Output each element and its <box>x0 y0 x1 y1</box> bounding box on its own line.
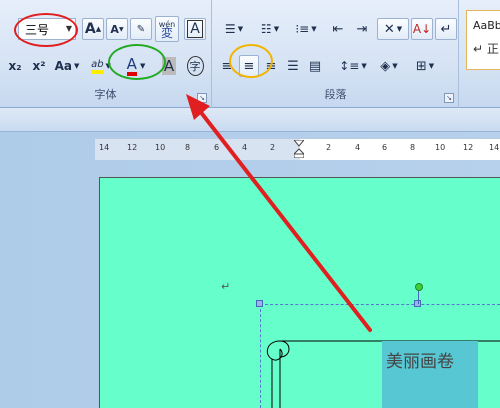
grow-font-button[interactable]: A ▲ <box>82 18 104 40</box>
line-spacing-button[interactable]: ↕≡ ▼ <box>337 55 369 77</box>
font-group-label: 字体 <box>94 88 117 101</box>
justify-button[interactable]: ☰ <box>283 55 303 77</box>
subscript-button[interactable]: x₂ <box>4 55 26 77</box>
text-box-text: 美丽画卷 <box>386 352 454 372</box>
font-dialog-launcher[interactable]: ↘ <box>197 93 207 103</box>
clear-format-button[interactable]: ✎ <box>130 18 152 40</box>
horizontal-ruler[interactable]: 14 12 10 8 6 4 2 2 4 6 8 10 12 14 <box>95 138 500 160</box>
ruler-tick: 12 <box>463 143 474 152</box>
eraser-icon: ✎ <box>136 23 146 35</box>
resize-handle[interactable] <box>256 300 263 307</box>
font-group: 三号 ▼ A ▲ A ▼ ✎ wén 変 A x₂ x² Aa ▼ ab ▼ A… <box>0 0 212 108</box>
distributed-icon: ▤ <box>308 58 322 74</box>
ruler-tick: 2 <box>270 143 276 152</box>
enclosed-char-icon: 字 <box>186 56 204 76</box>
down-arrow-icon: ▼ <box>118 25 124 33</box>
dialog-launcher-icon: ↘ <box>199 94 205 102</box>
ruler-tick: 10 <box>155 143 166 152</box>
change-case-button[interactable]: Aa ▼ <box>52 55 82 77</box>
chevron-down-icon: ▼ <box>361 62 367 70</box>
chevron-down-icon: ▼ <box>428 62 435 70</box>
line-spacing-icon: ↕≡ <box>339 59 360 73</box>
highlight-icon: ab <box>91 59 104 74</box>
phonetic-guide-button[interactable]: wén 変 <box>155 16 179 42</box>
bullet-list-icon: ☰ <box>224 22 236 36</box>
green-annotation-circle <box>108 44 166 80</box>
decrease-indent-icon: ⇤ <box>332 21 344 37</box>
paint-bucket-icon: ◈ <box>380 58 391 74</box>
rotation-handle[interactable] <box>415 283 423 291</box>
character-border-button[interactable]: A <box>184 18 206 40</box>
orange-annotation-circle <box>229 44 273 78</box>
multilevel-list-icon: ⁝≡ <box>295 22 310 36</box>
rotation-connector <box>418 290 419 304</box>
dialog-launcher-icon: ↘ <box>446 94 452 102</box>
char-border-icon: A <box>187 20 203 38</box>
show-marks-button[interactable]: ↵ <box>435 18 457 40</box>
ruler-tick: 14 <box>489 143 500 152</box>
grow-font-icon: A <box>84 21 96 37</box>
distributed-button[interactable]: ▤ <box>305 55 325 77</box>
text-box[interactable]: 美丽画卷 <box>382 341 478 408</box>
change-case-icon: Aa <box>54 59 72 73</box>
ribbon-bottom-bar <box>0 108 500 132</box>
asian-layout-button[interactable]: ✕ ▼ <box>377 18 409 40</box>
subscript-icon: x₂ <box>8 59 22 73</box>
chevron-down-icon: ▼ <box>74 62 80 70</box>
numbering-button[interactable]: ☷ ▼ <box>253 18 287 40</box>
paragraph-dialog-launcher[interactable]: ↘ <box>444 93 454 103</box>
superscript-icon: x² <box>32 59 46 73</box>
superscript-button[interactable]: x² <box>28 55 50 77</box>
shrink-font-icon: A <box>110 22 119 36</box>
ruler-tick: 2 <box>326 143 332 152</box>
multilevel-list-button[interactable]: ⁝≡ ▼ <box>289 18 323 40</box>
ruler-tick: 6 <box>382 143 388 152</box>
ruler-tick: 14 <box>99 143 110 152</box>
chevron-down-icon: ▼ <box>392 62 398 70</box>
chevron-down-icon: ▼ <box>311 25 317 33</box>
paragraph-group-label: 段落 <box>324 88 347 101</box>
ruler-tick: 12 <box>127 143 138 152</box>
ruler-tick: 4 <box>355 143 361 152</box>
increase-indent-icon: ⇥ <box>356 21 368 37</box>
phonetic-char: 変 <box>160 26 173 40</box>
style-sample-name: ↵ 正 <box>473 42 499 56</box>
chevron-down-icon: ▼ <box>237 25 244 33</box>
ruler-tick: 6 <box>214 143 220 152</box>
enclose-characters-button[interactable]: 字 <box>184 55 206 77</box>
red-annotation-circle <box>14 13 78 47</box>
pilcrow-icon: ↵ <box>440 21 452 37</box>
indent-marker-icon[interactable] <box>294 140 304 158</box>
border-icon: ⊞ <box>415 58 427 74</box>
borders-button[interactable]: ⊞ ▼ <box>409 55 441 77</box>
sort-icon: A↓ <box>412 22 432 36</box>
ribbon: 三号 ▼ A ▲ A ▼ ✎ wén 変 A x₂ x² Aa ▼ ab ▼ A… <box>0 0 500 108</box>
style-sample: AaBb <box>473 19 500 32</box>
shrink-font-button[interactable]: A ▼ <box>106 18 128 40</box>
numbered-list-icon: ☷ <box>260 22 272 36</box>
sort-button[interactable]: A↓ <box>411 18 433 40</box>
ruler-tick: 8 <box>185 143 191 152</box>
shading-button[interactable]: ◈ ▼ <box>373 55 405 77</box>
ruler-tick: 4 <box>242 143 248 152</box>
style-normal-tile[interactable]: AaBb ↵ 正 <box>466 10 500 70</box>
decrease-indent-button[interactable]: ⇤ <box>327 18 349 40</box>
paragraph-mark: ↵ <box>221 280 231 293</box>
justify-icon: ☰ <box>287 58 299 74</box>
chevron-down-icon: ▼ <box>273 25 280 33</box>
bullets-button[interactable]: ☰ ▼ <box>217 18 251 40</box>
up-arrow-icon: ▲ <box>95 25 102 33</box>
asian-layout-icon: ✕ <box>383 21 395 37</box>
ruler-tick: 8 <box>410 143 416 152</box>
increase-indent-button[interactable]: ⇥ <box>351 18 373 40</box>
ruler-tick: 10 <box>435 143 446 152</box>
chevron-down-icon: ▼ <box>396 25 403 33</box>
